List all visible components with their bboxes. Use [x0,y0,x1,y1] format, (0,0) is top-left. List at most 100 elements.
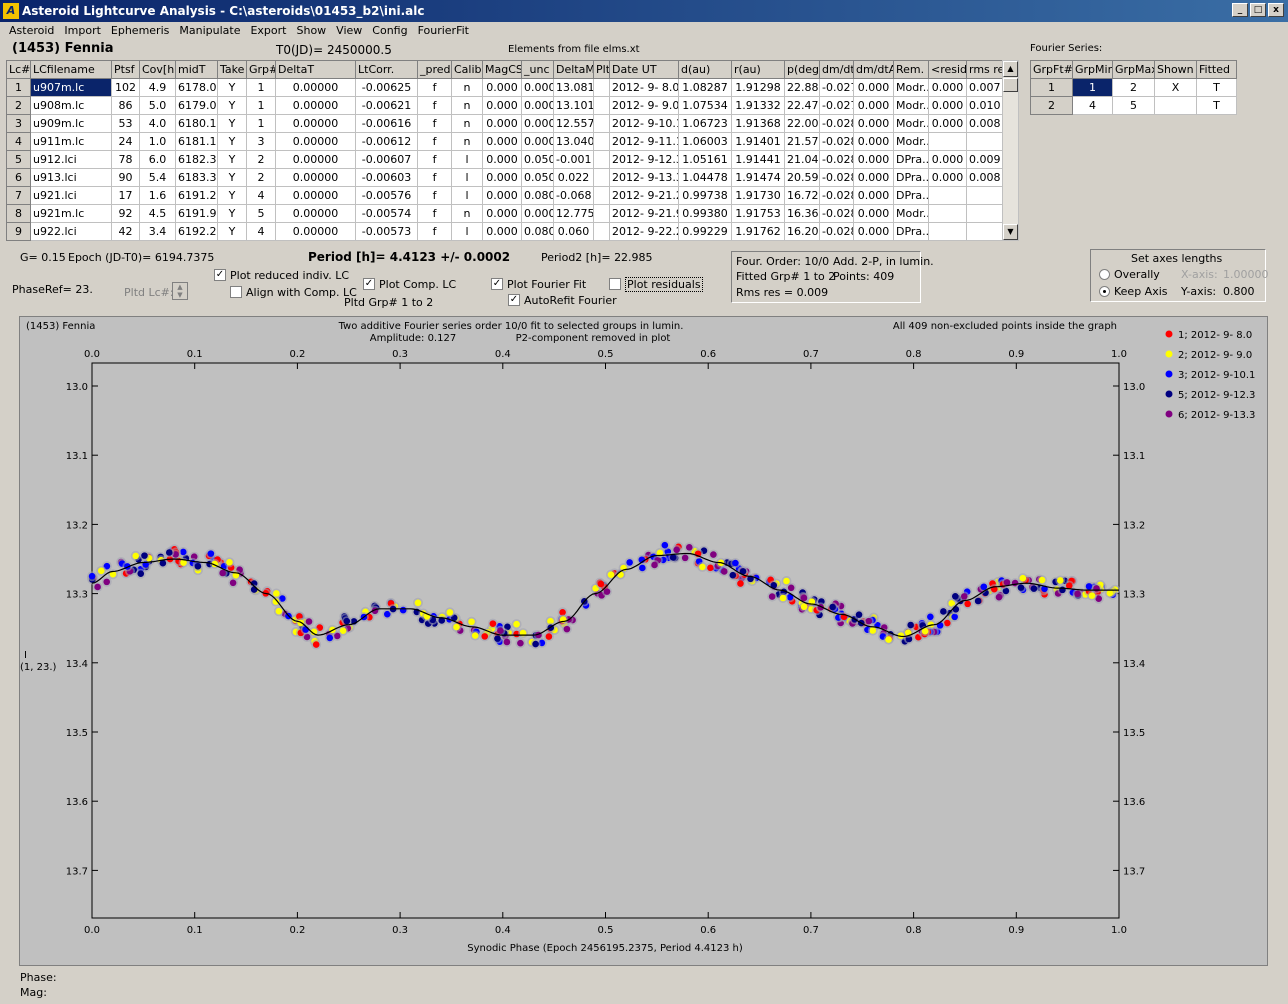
menu-show[interactable]: Show [291,22,331,40]
plot-residuals-checkbox[interactable]: Plot residuals [609,277,703,292]
table-cell[interactable]: 92 [111,204,140,223]
table-cell[interactable]: -0.028 [819,132,854,151]
table-cell[interactable]: Y [217,150,247,169]
table-cell[interactable]: 4 [1072,96,1113,115]
column-header[interactable]: p(deg) [784,60,820,79]
table-cell[interactable]: 53 [111,114,140,133]
table-cell[interactable]: 2012- 9-22.2 [609,222,679,241]
menu-manipulate[interactable]: Manipulate [174,22,245,40]
table-cell[interactable]: Y [217,168,247,187]
table-cell[interactable] [593,168,610,187]
table-cell[interactable]: 1.91474 [731,168,785,187]
table-cell[interactable]: 0.00000 [275,150,356,169]
table-cell[interactable]: Modr... [893,78,929,97]
table-cell[interactable]: 1.91332 [731,96,785,115]
table-cell[interactable]: f [417,96,452,115]
table-cell[interactable]: -0.00625 [355,78,418,97]
column-header[interactable]: Take [217,60,247,79]
scroll-up-icon[interactable]: ▲ [1003,61,1018,77]
table-cell[interactable]: 1.91730 [731,186,785,205]
column-header[interactable]: LtCorr. [355,60,418,79]
menu-export[interactable]: Export [245,22,291,40]
table-cell[interactable]: -0.028 [819,150,854,169]
table-cell[interactable]: 2012- 9-10.1 [609,114,679,133]
table-cell[interactable]: -0.028 [819,222,854,241]
table-cell[interactable]: 0.050 [521,150,554,169]
table-cell[interactable]: 22.47 [784,96,820,115]
table-cell[interactable]: 16.20 [784,222,820,241]
table-cell[interactable] [928,204,967,223]
menu-ephemeris[interactable]: Ephemeris [106,22,174,40]
table-cell[interactable]: 0.00000 [275,204,356,223]
table-cell[interactable]: 2012- 9-11.1 [609,132,679,151]
table-row[interactable]: 7 u921.lci 17 1.6 6191.2 Y 4 0.00000 -0.00576 f l 0… [6,186,1003,205]
table-cell[interactable]: 12.775 [553,204,594,223]
menu-view[interactable]: View [331,22,367,40]
table-cell[interactable]: 0.00000 [275,78,356,97]
table-cell[interactable]: 0.000 [482,168,522,187]
table-cell[interactable]: 1.04478 [678,168,732,187]
table-cell[interactable]: -0.00573 [355,222,418,241]
column-header[interactable]: Grp# [246,60,276,79]
table-cell[interactable]: f [417,78,452,97]
table-cell[interactable]: 0.000 [521,78,554,97]
pltd-lc-spinner[interactable]: ▲ ▼ [172,282,188,300]
table-row[interactable]: 1 u907m.lc 102 4.9 6178.0 Y 1 0.00000 -0.00625 f n… [6,78,1003,97]
table-cell[interactable]: 0.080 [521,186,554,205]
table-cell[interactable]: f [417,204,452,223]
column-header[interactable]: Shown [1154,60,1197,79]
table-row[interactable]: 112XT [1030,78,1237,97]
column-header[interactable]: Cov[h] [139,60,176,79]
table-cell[interactable]: Y [217,114,247,133]
table-cell[interactable]: Modr... [893,204,929,223]
plot-reduced-checkbox[interactable]: ✓ Plot reduced indiv. LC [214,269,349,282]
menu-asteroid[interactable]: Asteroid [4,22,59,40]
table-cell[interactable]: 6179.0 [175,96,218,115]
column-header[interactable]: GrpFt# [1030,60,1073,79]
column-header[interactable]: Calib. [451,60,483,79]
table-cell[interactable]: 1.91753 [731,204,785,223]
table-cell[interactable]: -0.00621 [355,96,418,115]
table-cell[interactable]: 42 [111,222,140,241]
table-cell[interactable]: -0.027 [819,96,854,115]
table-cell[interactable]: 0.00000 [275,168,356,187]
table-row[interactable]: 5 u912.lci 78 6.0 6182.3 Y 2 0.00000 -0.00607 f l 0… [6,150,1003,169]
table-cell[interactable]: 22.88 [784,78,820,97]
table-cell[interactable]: 17 [111,186,140,205]
autorefit-checkbox[interactable]: ✓ AutoRefit Fourier [508,294,617,307]
align-comp-checkbox[interactable]: Align with Comp. LC [230,286,357,299]
table-cell[interactable]: 6191.9 [175,204,218,223]
table-cell[interactable]: 21.04 [784,150,820,169]
table-cell[interactable]: 4.9 [139,78,176,97]
table-cell[interactable]: 0.060 [553,222,594,241]
column-header[interactable]: r(au) [731,60,785,79]
table-cell[interactable]: 1 [246,114,276,133]
table-cell[interactable]: 13.101 [553,96,594,115]
column-header[interactable]: <resid> [928,60,967,79]
table-cell[interactable]: Y [217,204,247,223]
column-header[interactable]: dm/dt [819,60,854,79]
column-header[interactable]: DeltaT [275,60,356,79]
table-cell[interactable]: 2 [1112,78,1155,97]
table-cell[interactable]: 0.000 [853,150,894,169]
table-cell[interactable]: 1.91401 [731,132,785,151]
table-cell[interactable]: 0.000 [928,168,967,187]
lightcurve-plot[interactable]: (1453) Fennia Two additive Fourier serie… [19,316,1268,966]
table-cell[interactable] [593,114,610,133]
column-header[interactable]: Ptsf [111,60,140,79]
table-cell[interactable]: 0.000 [853,168,894,187]
lightcurve-chart[interactable]: (1453) Fennia Two additive Fourier serie… [20,317,1267,965]
table-cell[interactable]: 0.00000 [275,114,356,133]
table-row[interactable]: 8 u921m.lc 92 4.5 6191.9 Y 5 0.00000 -0.00574 f n 0… [6,204,1003,223]
table-cell[interactable]: 0.000 [482,96,522,115]
table-cell[interactable]: T [1196,78,1237,97]
table-cell[interactable]: 2012- 9-21.2 [609,186,679,205]
table-cell[interactable]: 1.06003 [678,132,732,151]
table-cell[interactable] [593,186,610,205]
table-cell[interactable]: 1.08287 [678,78,732,97]
table-cell[interactable]: 1.06723 [678,114,732,133]
table-cell[interactable]: 86 [111,96,140,115]
table-row[interactable]: 4 u911m.lc 24 1.0 6181.1 Y 3 0.00000 -0.00612 f n 0… [6,132,1003,151]
table-cell[interactable]: 1 [246,96,276,115]
table-cell[interactable]: Modr... [893,96,929,115]
